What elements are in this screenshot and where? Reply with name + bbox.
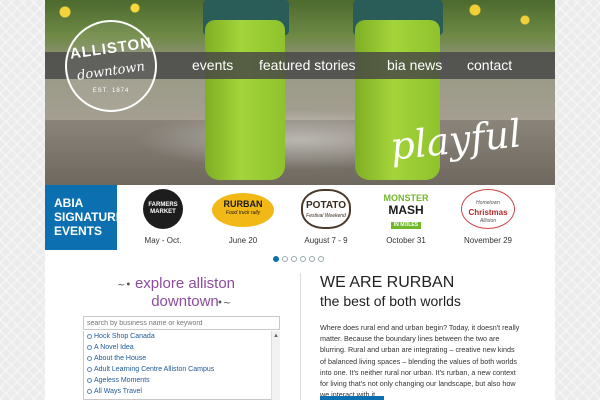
business-list-item[interactable]: About the House	[84, 353, 279, 364]
business-list-item[interactable]: All Ways Travel	[84, 386, 279, 397]
radio-icon	[87, 356, 92, 361]
business-name: About the House	[94, 355, 147, 362]
scroll-up-arrow-icon[interactable]: ▲	[273, 333, 279, 339]
column-divider	[300, 273, 301, 400]
business-list: Hock Shop Canada A Novel Idea About the …	[83, 331, 280, 400]
signature-events-strip: ABIA SIGNATURE EVENTS FARMERS MARKET May…	[45, 185, 555, 250]
about-body: Where does rural end and urban begin? To…	[320, 323, 520, 400]
explore-title-line2: downtown	[151, 293, 219, 310]
business-list-scrollbar[interactable]: ▲	[271, 331, 280, 400]
logo-line2: downtown	[76, 59, 146, 84]
logo-line3: EST. 1874	[92, 88, 130, 94]
radio-icon	[87, 334, 92, 339]
slider-dot[interactable]	[282, 256, 288, 262]
page-container: events featured stories bia news contact…	[45, 0, 555, 400]
radio-icon	[87, 367, 92, 372]
event-hometown-christmas[interactable]: Hometown Christmas Alliston November 29	[445, 189, 531, 247]
event-date: August 7 - 9	[304, 236, 348, 245]
business-list-item[interactable]: Hock Shop Canada	[84, 331, 279, 342]
hero-banner: events featured stories bia news contact…	[45, 0, 555, 185]
potato-festival-logo: POTATO Festival Weekend	[301, 189, 351, 229]
business-name: Ageless Moments	[94, 377, 150, 384]
monster-mash-logo: MONSTER MASH IN MOLES	[376, 189, 436, 231]
explore-title: explore alliston downtown	[115, 275, 255, 311]
slider-dot[interactable]	[318, 256, 324, 262]
about-heading: WE ARE RURBAN	[320, 274, 455, 291]
hometown-christmas-logo: Hometown Christmas Alliston	[461, 189, 515, 229]
slider-dot[interactable]	[291, 256, 297, 262]
business-name: A Novel Idea	[94, 344, 134, 351]
business-search-input[interactable]	[83, 316, 280, 330]
events-label: ABIA SIGNATURE EVENTS	[45, 185, 124, 250]
events-label-line: ABIA	[54, 196, 84, 210]
slider-pagination	[273, 256, 327, 262]
badge-text: RURBAN	[223, 199, 263, 209]
nav-events[interactable]: events	[192, 52, 233, 79]
badge-subtext: Food truck rally	[225, 210, 261, 216]
farmers-market-logo: FARMERS MARKET	[143, 189, 183, 229]
badge-text: MARKET	[150, 209, 176, 215]
business-name: All Ways Travel	[94, 388, 142, 395]
badge-text: Christmas	[468, 208, 508, 217]
events-label-line: SIGNATURE	[54, 210, 124, 224]
radio-icon	[87, 345, 92, 350]
event-date: October 31	[386, 236, 426, 245]
nav-contact[interactable]: contact	[467, 52, 512, 79]
event-farmers-market[interactable]: FARMERS MARKET May - Oct.	[120, 189, 206, 247]
business-list-item[interactable]: A Novel Idea	[84, 342, 279, 353]
alliston-downtown-logo[interactable]: ALLISTON downtown EST. 1874	[65, 20, 157, 112]
badge-text: POTATO	[306, 200, 346, 211]
business-name: Adult Learning Centre Alliston Campus	[94, 366, 215, 373]
badge-subtext: IN MOLES	[390, 222, 422, 229]
event-monster-mash[interactable]: MONSTER MASH IN MOLES October 31	[363, 189, 449, 247]
badge-text: MONSTER	[383, 193, 429, 203]
business-name: Hock Shop Canada	[94, 333, 155, 340]
radio-icon	[87, 378, 92, 383]
events-label-line: EVENTS	[54, 224, 103, 238]
badge-subtext: Alliston	[479, 218, 497, 224]
radio-icon	[87, 389, 92, 394]
explore-title-line1: explore alliston	[134, 275, 236, 292]
badge-subtext: Hometown	[476, 200, 500, 206]
badge-text: MASH	[388, 203, 424, 217]
business-list-item[interactable]: Ageless Moments	[84, 375, 279, 386]
rurban-logo: RURBAN Food truck rally	[212, 193, 274, 227]
business-list-item[interactable]: Adult Learning Centre Alliston Campus	[84, 364, 279, 375]
event-date: November 29	[463, 236, 513, 245]
about-subheading: the best of both worlds	[320, 293, 461, 309]
nav-bia-news[interactable]: bia news	[387, 52, 442, 79]
read-more-button[interactable]	[320, 396, 384, 400]
slider-dot[interactable]	[273, 256, 279, 262]
event-date: June 20	[228, 236, 258, 245]
slider-dot[interactable]	[309, 256, 315, 262]
badge-subtext: Festival Weekend	[306, 213, 346, 219]
hero-boot-left	[205, 20, 285, 180]
event-potato-festival[interactable]: POTATO Festival Weekend August 7 - 9	[283, 189, 369, 247]
badge-text: FARMERS	[148, 202, 178, 208]
event-rurban[interactable]: RURBAN Food truck rally June 20	[200, 189, 286, 247]
event-date: May - Oct.	[144, 236, 182, 245]
nav-featured-stories[interactable]: featured stories	[259, 52, 356, 79]
slider-dot[interactable]	[300, 256, 306, 262]
